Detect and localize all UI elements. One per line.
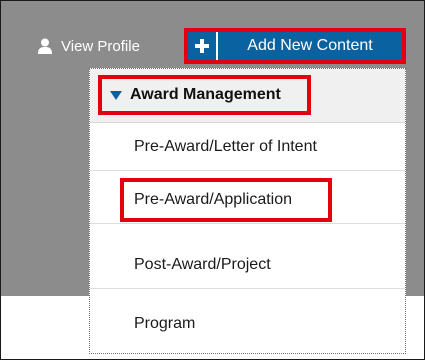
user-icon <box>38 38 52 54</box>
view-profile-link[interactable]: View Profile <box>38 33 140 59</box>
plus-button[interactable] <box>188 32 218 60</box>
view-profile-label: View Profile <box>61 37 140 55</box>
dropdown-section-header: Award Management <box>90 69 405 123</box>
menu-item-post-award-project[interactable]: Post-Award/Project <box>90 241 405 289</box>
triangle-down-icon <box>110 90 122 100</box>
menu-item-program[interactable]: Program <box>90 300 405 348</box>
menu-item-label: Pre-Award/Application <box>134 190 293 208</box>
add-new-content-label: Add New Content <box>247 37 373 54</box>
menu-item-label: Post-Award/Project <box>134 255 271 273</box>
section-title: Award Management <box>130 86 281 103</box>
plus-icon <box>195 39 209 53</box>
menu-item-pre-award-application[interactable]: Pre-Award/Application <box>90 176 405 224</box>
screenshot-frame: View Profile Add New Content Award Manag… <box>0 0 425 360</box>
award-management-section[interactable]: Award Management <box>98 75 311 115</box>
content-type-dropdown: Award Management Pre-Award/Letter of Int… <box>89 68 406 354</box>
menu-item-label: Pre-Award/Letter of Intent <box>134 137 317 155</box>
menu-item-pre-award-letter-of-intent[interactable]: Pre-Award/Letter of Intent <box>90 123 405 171</box>
add-new-content-button[interactable]: Add New Content <box>184 28 406 64</box>
menu-item-label: Program <box>134 315 196 332</box>
